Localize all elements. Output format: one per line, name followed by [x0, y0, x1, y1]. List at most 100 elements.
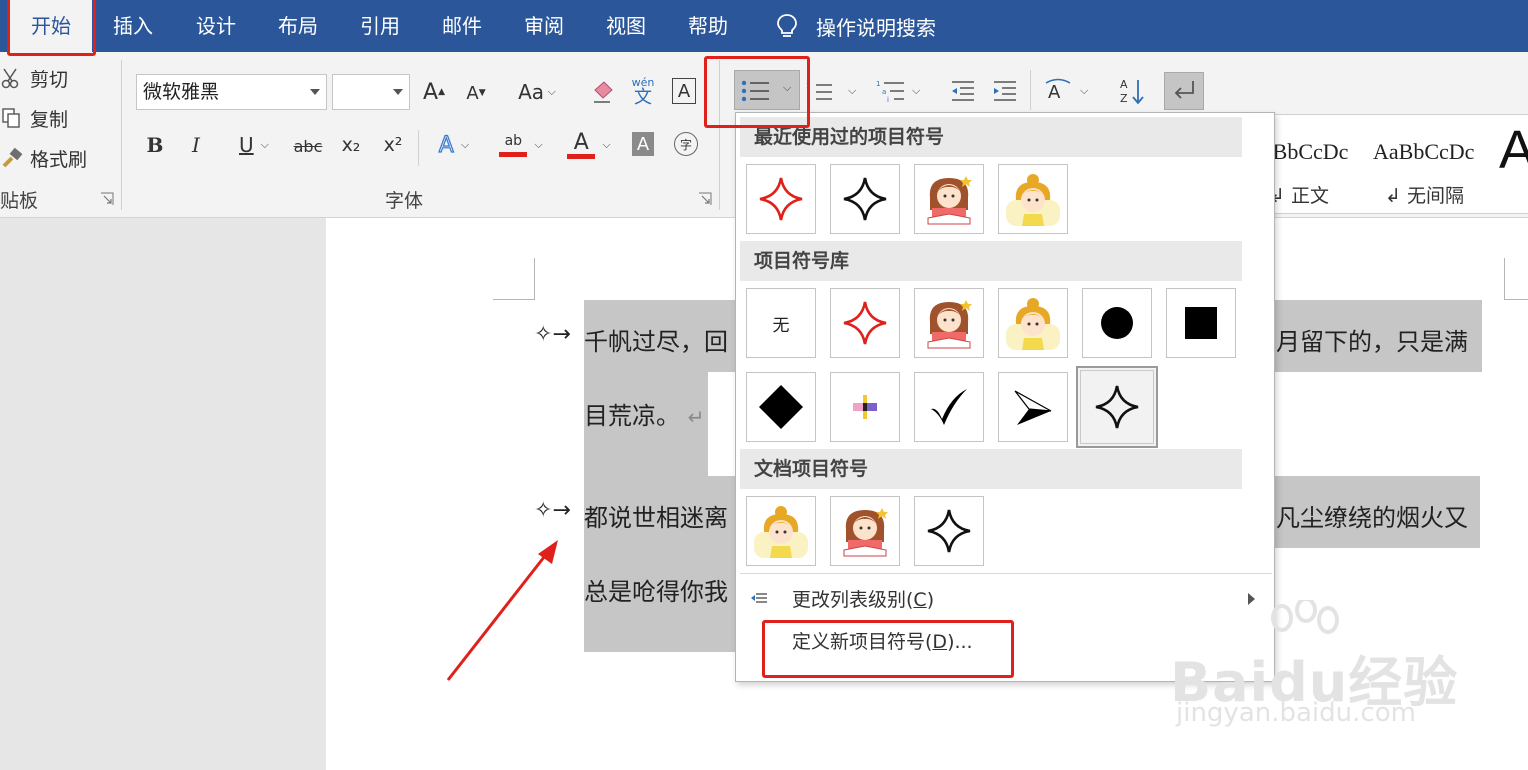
clear-formatting-icon[interactable] [590, 80, 616, 106]
submenu-arrow-icon [1248, 593, 1255, 605]
increase-indent-icon[interactable] [992, 80, 1018, 102]
chevron-down-icon: ⌵ [544, 85, 556, 98]
chevron-down-icon: ⌵ [527, 138, 543, 151]
library-bullet-color-cross[interactable] [830, 372, 900, 442]
tab-mailings[interactable]: 邮件 [429, 0, 495, 52]
character-shading-button[interactable]: A [632, 132, 654, 156]
superscript-button[interactable]: x² [380, 130, 406, 160]
font-color-button[interactable]: A ⌵ [560, 128, 618, 162]
tell-me-search[interactable]: 操作说明搜索 [776, 0, 936, 52]
recent-bullet-black-star[interactable] [830, 164, 900, 234]
show-formatting-button[interactable] [1164, 72, 1204, 110]
change-case-button[interactable]: Aa ⌵ [512, 76, 562, 108]
library-bullet-girl-reading[interactable] [914, 288, 984, 358]
tab-view[interactable]: 视图 [593, 0, 659, 52]
paragraph-1-line-2-text: 目荒凉。 [584, 402, 680, 430]
paragraph-mark-icon [1174, 81, 1194, 99]
recent-bullet-girl-avatar[interactable] [998, 164, 1068, 234]
character-border-button[interactable]: A [672, 78, 696, 104]
library-bullet-none[interactable]: 无 [746, 288, 816, 358]
style-heading-sample[interactable]: A [1499, 119, 1528, 181]
cut-button[interactable]: 剪切 [0, 63, 68, 93]
text-effects-label: A [438, 132, 454, 158]
numbering-icon[interactable]: 1 [806, 80, 834, 104]
menu-divider [740, 573, 1272, 574]
change-list-level-menu-item[interactable]: 更改列表级别(C) [792, 585, 934, 612]
library-bullet-girl-avatar[interactable] [998, 288, 1068, 358]
bold-button[interactable]: B [143, 130, 167, 160]
document-bullet-girl-reading[interactable] [830, 496, 900, 566]
girl-avatar-icon [754, 506, 808, 558]
library-bullet-black-star-selected[interactable] [1076, 366, 1158, 448]
paragraph-2-line-1: 都说世相迷离 [584, 504, 728, 532]
grow-font-button[interactable]: A ▲ [420, 76, 448, 108]
decrease-indent-icon[interactable] [950, 80, 976, 102]
svg-text:A: A [1048, 82, 1061, 103]
chevron-down-icon[interactable]: ⌵ [848, 84, 856, 98]
text-effects-button[interactable]: A ⌵ [430, 130, 478, 160]
tell-me-label: 操作说明搜索 [816, 15, 936, 40]
chevron-down-icon[interactable]: ⌵ [1080, 84, 1088, 98]
document-bullet-girl-avatar[interactable] [746, 496, 816, 566]
subscript-button[interactable]: x₂ [338, 130, 364, 160]
tab-review[interactable]: 审阅 [511, 0, 577, 52]
style-normal-name[interactable]: ↲ 正文 [1269, 181, 1329, 208]
chevron-down-icon: ⌵ [453, 138, 470, 151]
style-no-spacing-name[interactable]: ↲ 无间隔 [1385, 181, 1464, 208]
strikethrough-button[interactable]: abc [292, 132, 324, 160]
change-list-level-icon [751, 593, 767, 603]
copy-icon [2, 108, 20, 128]
enclose-characters-label: 字 [679, 137, 692, 152]
character-shading-label: A [636, 133, 650, 155]
format-painter-button[interactable]: 格式刷 [0, 143, 87, 173]
margin-corner-mark [1504, 258, 1528, 300]
recent-bullet-girl-reading[interactable] [914, 164, 984, 234]
style-no-spacing-sample[interactable]: AaBbCcDc [1373, 139, 1474, 165]
tab-insert[interactable]: 插入 [100, 0, 166, 52]
highlight-icon: ab [499, 133, 528, 157]
tab-help[interactable]: 帮助 [675, 0, 741, 52]
highlight-label: ab [504, 133, 523, 149]
italic-button[interactable]: I [184, 130, 208, 160]
chevron-down-icon[interactable]: ⌵ [912, 84, 920, 98]
enclose-characters-button[interactable]: 字 [674, 132, 698, 156]
filled-circle-icon [1101, 307, 1133, 339]
bullet-none-label: 无 [772, 315, 790, 336]
character-border-label: A [677, 80, 691, 102]
library-bullet-circle[interactable] [1082, 288, 1152, 358]
library-bullet-arrowhead[interactable] [998, 372, 1068, 442]
tab-references[interactable]: 引用 [347, 0, 413, 52]
library-bullet-diamond[interactable] [746, 372, 816, 442]
chinese-layout-icon[interactable]: A [1044, 78, 1072, 104]
font-name-combo[interactable]: 微软雅黑 [136, 74, 327, 110]
shrink-font-button[interactable]: A ▼ [462, 78, 490, 108]
library-bullet-square[interactable] [1166, 288, 1236, 358]
subscript-label: x₂ [341, 134, 361, 156]
cut-label: 剪切 [30, 68, 69, 91]
document-bullet-black-star[interactable] [914, 496, 984, 566]
library-bullet-checkmark[interactable] [914, 372, 984, 442]
highlight-color-button[interactable]: ab ⌵ [492, 128, 550, 162]
paragraph-2-bullet: ✧→ [534, 498, 571, 523]
paragraph-1-bullet: ✧→ [534, 322, 571, 347]
clipboard-launcher-icon[interactable] [100, 192, 114, 206]
multilevel-list-icon[interactable]: 1 a i [876, 78, 906, 106]
italic-label: I [192, 133, 200, 157]
recent-bullet-red-star[interactable] [746, 164, 816, 234]
chevron-down-icon: ⌵ [253, 138, 269, 151]
tab-layout[interactable]: 布局 [265, 0, 331, 52]
paragraph-1-line-1: 千帆过尽，回 [584, 328, 728, 356]
lightbulb-icon [777, 14, 797, 37]
font-size-combo[interactable] [332, 74, 410, 110]
tab-design[interactable]: 设计 [183, 0, 249, 52]
copy-button[interactable]: 复制 [0, 103, 68, 133]
sort-icon[interactable]: A Z [1118, 76, 1146, 106]
scissors-icon [1, 68, 19, 89]
checkmark-icon [931, 389, 967, 425]
black-four-point-star-icon [843, 177, 887, 221]
library-bullet-red-star[interactable] [830, 288, 900, 358]
phonetic-guide-button[interactable]: wén 文 [628, 74, 658, 110]
group-divider [418, 130, 419, 166]
underline-button[interactable]: U ⌵ [226, 130, 282, 160]
font-launcher-icon[interactable] [698, 192, 712, 206]
